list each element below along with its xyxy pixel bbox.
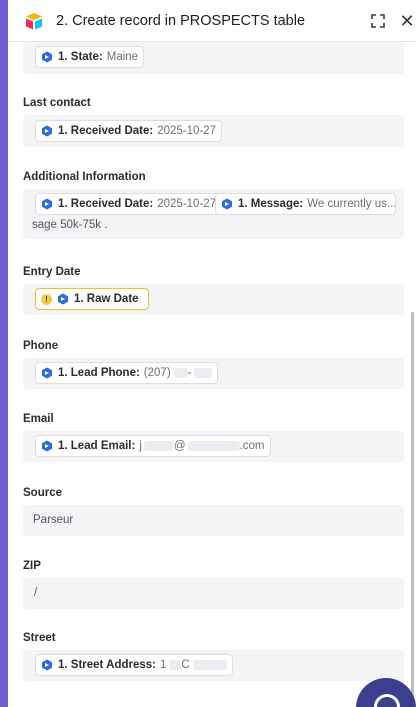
redacted-text <box>187 441 240 451</box>
phone-field[interactable]: 1. Lead Phone: (207) - <box>23 358 404 389</box>
zapier-step-icon <box>42 125 52 137</box>
phone-label: Phone <box>23 340 59 352</box>
street-label: Street <box>23 632 56 644</box>
page-title: 2. Create record in PROSPECTS table <box>56 13 306 29</box>
zapier-step-icon <box>42 367 52 379</box>
zapier-step-icon <box>58 293 68 305</box>
expand-icon[interactable] <box>369 12 387 30</box>
zapier-step-icon <box>42 440 52 452</box>
source-value: Parseur <box>33 514 74 526</box>
zapier-step-icon <box>222 198 232 210</box>
email-field[interactable]: 1. Lead Email: j @ .com <box>23 431 404 462</box>
additional-info-label: Additional Information <box>23 171 146 183</box>
email-pill[interactable]: 1. Lead Email: j @ .com <box>35 435 271 457</box>
zapier-step-icon <box>42 51 52 63</box>
last-contact-pill[interactable]: 1. Received Date: 2025-10-27 <box>35 120 223 142</box>
redacted-text <box>169 660 182 670</box>
entry-date-pill[interactable]: ! 1. Raw Date <box>35 288 149 310</box>
field-list: 1. State: Maine Last contact 1. Received… <box>8 42 416 707</box>
email-label: Email <box>23 413 54 425</box>
source-label: Source <box>23 487 62 499</box>
redacted-text <box>192 660 227 670</box>
source-field[interactable]: Parseur <box>23 505 404 536</box>
left-accent-bar <box>0 0 8 707</box>
additional-message-pill[interactable]: 1. Message: We currently us... <box>215 193 396 215</box>
zapier-step-icon <box>42 659 52 671</box>
redacted-text <box>193 368 212 378</box>
zip-value: / <box>34 587 38 599</box>
close-icon[interactable]: ✕ <box>397 11 416 31</box>
last-contact-field[interactable]: 1. Received Date: 2025-10-27 <box>23 115 404 147</box>
airtable-logo-icon <box>26 13 42 30</box>
redacted-text <box>143 441 174 451</box>
last-contact-label: Last contact <box>23 97 91 109</box>
zapier-step-icon <box>42 198 52 210</box>
panel-header: 2. Create record in PROSPECTS table ✕ <box>8 0 416 42</box>
step-panel: 2. Create record in PROSPECTS table ✕ 1.… <box>8 0 416 707</box>
state-pill[interactable]: 1. State: Maine <box>35 46 145 68</box>
redacted-text <box>173 368 188 378</box>
zip-label: ZIP <box>23 560 41 572</box>
street-pill[interactable]: 1. Street Address: 1 C <box>35 654 233 676</box>
scrollbar[interactable] <box>411 312 414 707</box>
additional-received-date-pill[interactable]: 1. Received Date: 2025-10-27 <box>35 193 223 215</box>
warning-icon: ! <box>41 293 52 305</box>
zip-field[interactable]: / <box>23 578 404 609</box>
additional-tail-text: sage 50k-75k . <box>32 219 108 231</box>
additional-info-field[interactable]: 1. Received Date: 2025-10-27 1. Message:… <box>23 189 404 239</box>
entry-date-field[interactable]: ! 1. Raw Date <box>23 284 404 315</box>
phone-pill[interactable]: 1. Lead Phone: (207) - <box>35 362 218 384</box>
entry-date-label: Entry Date <box>23 266 81 278</box>
state-field[interactable]: 1. State: Maine <box>23 42 404 74</box>
street-field[interactable]: 1. Street Address: 1 C <box>23 650 404 681</box>
